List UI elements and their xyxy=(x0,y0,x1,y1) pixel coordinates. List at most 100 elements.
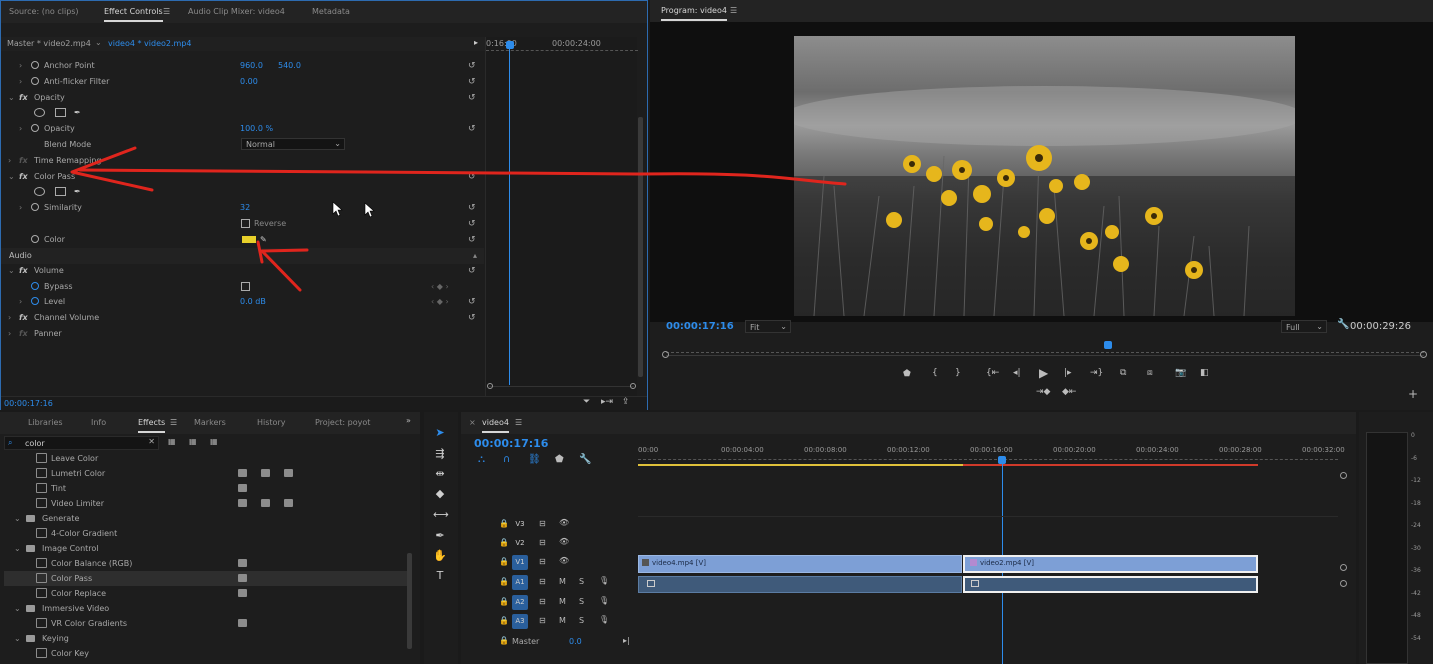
bypass-checkbox[interactable] xyxy=(241,282,250,291)
wrench-icon[interactable]: 🔧 xyxy=(579,454,591,465)
track-target-button[interactable]: V1 xyxy=(512,555,528,570)
go-to-out-icon[interactable]: ⇥} xyxy=(1090,368,1103,378)
eye-icon[interactable]: 👁 xyxy=(559,518,569,527)
step-back-icon[interactable]: ◂| xyxy=(1013,368,1021,378)
panel-menu-icon[interactable]: ☰ xyxy=(170,418,177,427)
ellipse-mask-icon[interactable] xyxy=(34,108,45,117)
ripple-edit-tool-icon[interactable]: ⇹ xyxy=(433,467,447,481)
tab-libraries[interactable]: Libraries xyxy=(28,418,63,427)
program-ruler[interactable] xyxy=(666,345,1424,353)
mic-icon[interactable]: 🎙 xyxy=(599,615,609,624)
tab-audio-clip-mixer[interactable]: Audio Clip Mixer: video4 xyxy=(188,7,285,16)
clip-video2[interactable]: video2.mp4 [V] xyxy=(963,555,1258,573)
color-pass-row[interactable]: ⌄ fx Color Pass ↺ xyxy=(1,169,484,185)
stopwatch-icon[interactable] xyxy=(31,203,39,211)
tab-effect-controls[interactable]: Effect Controls xyxy=(104,7,163,22)
32bit-effects-filter-icon[interactable]: ▦ xyxy=(189,437,197,446)
ec-zoom-scrollbar[interactable] xyxy=(487,383,636,392)
wrench-icon[interactable]: 🔧 xyxy=(1337,319,1349,330)
effects-scrollbar[interactable] xyxy=(407,553,412,649)
fx-icon[interactable]: fx xyxy=(19,313,28,322)
ellipse-mask-icon[interactable] xyxy=(34,187,45,196)
effects-item[interactable]: Color Replace xyxy=(4,586,410,601)
reset-icon[interactable]: ↺ xyxy=(468,61,478,71)
timeline-vscroll[interactable] xyxy=(1338,468,1356,664)
sync-lock-icon[interactable]: ⊟ xyxy=(539,519,546,528)
reset-icon[interactable]: ↺ xyxy=(468,219,478,229)
play-icon[interactable]: ▶ xyxy=(1039,366,1048,380)
time-remapping-row[interactable]: › fx Time Remapping xyxy=(1,153,484,169)
panel-menu-icon[interactable]: ☰ xyxy=(730,6,737,15)
chevron-down-icon[interactable]: ⌄ xyxy=(95,38,102,47)
go-to-end-icon[interactable]: ▸| xyxy=(623,636,630,645)
antiflicker-value[interactable]: 0.00 xyxy=(240,77,258,86)
panel-menu-icon[interactable]: ☰ xyxy=(163,7,170,16)
insert-icon[interactable]: ⧉ xyxy=(1120,368,1126,378)
level-value[interactable]: 0.0 dB xyxy=(240,297,266,306)
chevron-down-icon[interactable]: ⌄ xyxy=(14,604,21,613)
solo-button[interactable]: S xyxy=(579,597,584,606)
eye-icon[interactable]: 👁 xyxy=(559,556,569,565)
channel-volume-row[interactable]: › fx Channel Volume ↺ xyxy=(1,310,484,326)
program-playhead[interactable] xyxy=(1104,341,1112,349)
solo-button[interactable]: S xyxy=(579,616,584,625)
chevron-down-icon[interactable]: ⌄ xyxy=(14,544,21,553)
filter-icon[interactable]: ⏷ xyxy=(583,397,590,407)
effects-item[interactable]: Color Balance (RGB) xyxy=(4,556,410,571)
effects-folder[interactable]: ⌄ Keying xyxy=(4,631,410,646)
timeline-timecode[interactable]: 00:00:17:16 xyxy=(474,437,548,450)
ec-playhead-handle[interactable] xyxy=(506,41,514,49)
stopwatch-icon[interactable] xyxy=(31,297,39,305)
ec-mini-timeline[interactable]: 0:16:00 00:00:24:00 xyxy=(485,37,638,397)
track-target-button[interactable]: V3 xyxy=(512,517,528,532)
sync-lock-icon[interactable]: ⊟ xyxy=(539,557,546,566)
reset-icon[interactable]: ↺ xyxy=(468,172,478,182)
lift-icon[interactable]: ⇥◆ xyxy=(1036,387,1050,397)
sync-lock-icon[interactable]: ⊟ xyxy=(539,577,546,586)
opacity-value[interactable]: 100.0 % xyxy=(240,124,273,133)
reset-icon[interactable]: ↺ xyxy=(468,203,478,213)
blend-mode-select[interactable]: Normal ⌄ xyxy=(241,138,345,150)
effects-item[interactable]: 4-Color Gradient xyxy=(4,526,410,541)
mic-icon[interactable]: 🎙 xyxy=(599,596,609,605)
program-timecode[interactable]: 00:00:17:16 xyxy=(666,321,734,332)
yuv-effects-filter-icon[interactable]: ▦ xyxy=(210,437,218,446)
type-tool-icon[interactable]: T xyxy=(433,569,447,583)
tab-info[interactable]: Info xyxy=(91,418,106,427)
fx-icon[interactable]: fx xyxy=(19,172,28,181)
effects-folder[interactable]: ⌄ Image Control xyxy=(4,541,410,556)
mark-in-icon[interactable]: { xyxy=(932,368,938,378)
mute-button[interactable]: M xyxy=(559,616,566,625)
overwrite-icon[interactable]: ⧈ xyxy=(1147,368,1153,378)
track-target-button[interactable]: V2 xyxy=(512,536,528,551)
volume-row[interactable]: ⌄ fx Volume ↺ xyxy=(1,263,484,279)
track-target-button[interactable]: A3 xyxy=(512,614,528,629)
active-clip-label[interactable]: video4 * video2.mp4 xyxy=(108,39,191,48)
tab-project[interactable]: Project: poyot xyxy=(315,418,370,427)
sync-lock-icon[interactable]: ⊟ xyxy=(539,616,546,625)
effects-item[interactable]: Tint xyxy=(4,481,410,496)
close-icon[interactable]: × xyxy=(469,418,476,427)
stopwatch-icon[interactable] xyxy=(31,282,39,290)
export-icon[interactable]: ⇪ xyxy=(622,397,630,407)
rectangle-mask-icon[interactable] xyxy=(55,187,66,196)
sync-lock-icon[interactable]: ⊟ xyxy=(539,597,546,606)
stopwatch-icon[interactable] xyxy=(31,77,39,85)
lock-icon[interactable]: 🔒 xyxy=(499,519,509,528)
effects-item[interactable]: Lumetri Color xyxy=(4,466,410,481)
mute-button[interactable]: M xyxy=(559,597,566,606)
extract-icon[interactable]: ◆⇤ xyxy=(1062,387,1076,397)
effects-folder[interactable]: ⌄ Immersive Video xyxy=(4,601,410,616)
pen-icon[interactable]: ✒ xyxy=(74,108,81,117)
slip-tool-icon[interactable]: ⟷ xyxy=(433,508,449,522)
nest-icon[interactable]: ⛬ xyxy=(478,454,485,465)
lock-icon[interactable]: 🔒 xyxy=(499,616,509,625)
clip-audio-2[interactable] xyxy=(963,576,1258,593)
tab-effects[interactable]: Effects xyxy=(138,418,166,433)
effects-item[interactable]: Color Key xyxy=(4,646,410,661)
reset-icon[interactable]: ↺ xyxy=(468,124,478,134)
color-swatch[interactable] xyxy=(242,236,256,243)
reset-icon[interactable]: ↺ xyxy=(468,93,478,103)
add-button-icon[interactable]: + xyxy=(1408,387,1418,401)
effects-item[interactable]: Leave Color xyxy=(4,451,410,466)
